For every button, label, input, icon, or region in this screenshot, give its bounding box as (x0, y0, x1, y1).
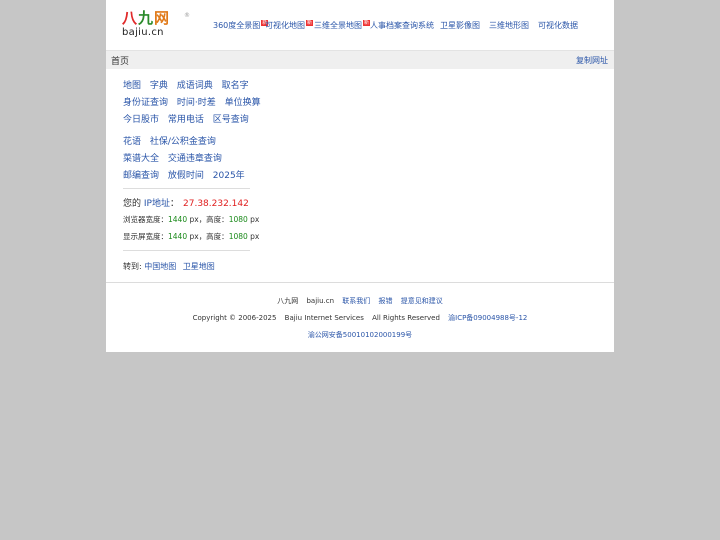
screen-height-value: 1080 (228, 232, 248, 241)
link-row: 地图 字典 成语词典 取名字 (123, 78, 255, 91)
screen-size-line: 显示屏宽度：1440 px，高度：1080 px (123, 231, 259, 242)
link-time-difference[interactable]: 时间·时差 (177, 98, 216, 108)
nav-item-3d-terrain[interactable]: 三维地形图 (489, 20, 529, 32)
goto-label: 转到: (123, 262, 142, 271)
link-area-code[interactable]: 区号查询 (213, 115, 249, 125)
link-flower-language[interactable]: 花语 (123, 137, 141, 147)
nav-label: 三维全景地图 (314, 21, 362, 30)
nav-item-satellite-image[interactable]: 卫星影像图 (440, 20, 480, 32)
copy-url-link[interactable]: 复制网址 (576, 55, 608, 66)
link-row: 菜谱大全 交通违章查询 (123, 151, 228, 164)
link-row: 花语 社保/公积金查询 (123, 134, 222, 147)
ip-separator: ： (169, 199, 179, 209)
link-traffic-violation[interactable]: 交通违章查询 (168, 154, 222, 164)
link-satellite-map[interactable]: 卫星地图 (183, 262, 215, 271)
link-postcode[interactable]: 邮编查询 (123, 171, 159, 181)
link-row: 邮编查询 放假时间 2025年 (123, 168, 251, 181)
unit: px (189, 232, 199, 241)
height-label: ，高度： (198, 215, 229, 224)
link-idiom-dictionary[interactable]: 成语词典 (177, 81, 213, 91)
link-common-phones[interactable]: 常用电话 (168, 115, 204, 125)
new-badge: 新 (363, 20, 371, 26)
unit: px (250, 215, 260, 224)
site-logo[interactable]: 八九网 ® bajiu.cn (122, 10, 190, 40)
nav-label: 可视化地图 (265, 21, 305, 30)
logo-character: 九 (138, 9, 155, 27)
link-row: 今日股市 常用电话 区号查询 (123, 112, 255, 125)
browser-size-line: 浏览器宽度：1440 px，高度：1080 px (123, 214, 259, 225)
nav-item-3d-panorama-map[interactable]: 三维全景地图新 (314, 20, 371, 32)
unit: px (189, 215, 199, 224)
footer-icp-link[interactable]: 渝ICP备09004988号-12 (448, 314, 527, 322)
link-recipes[interactable]: 菜谱大全 (123, 154, 159, 164)
new-badge: 新 (306, 20, 314, 26)
footer: 八九网 bajiu.cn 联系我们 报错 提意见和建议 Copyright © … (106, 282, 614, 353)
breadcrumb-bar: 首页 复制网址 (106, 50, 614, 69)
screen-width-value: 1440 (168, 232, 188, 241)
screen-width-label: 显示屏宽度： (123, 232, 168, 241)
browser-height-value: 1080 (228, 215, 248, 224)
link-holiday[interactable]: 放假时间 (168, 171, 204, 181)
page-container: 八九网 ® bajiu.cn 360度全景图新 可视化地图新 三维全景地图新 人… (106, 0, 614, 352)
footer-links-line: 八九网 bajiu.cn 联系我们 报错 提意见和建议 (106, 296, 614, 306)
logo-mark: 八九网 (122, 10, 170, 26)
footer-contact-link[interactable]: 联系我们 (342, 297, 370, 305)
nav-item-visual-map[interactable]: 可视化地图新 (265, 20, 314, 32)
link-id-card-lookup[interactable]: 身份证查询 (123, 98, 168, 108)
header: 八九网 ® bajiu.cn 360度全景图新 可视化地图新 三维全景地图新 人… (106, 0, 614, 50)
footer-report-error-link[interactable]: 报错 (379, 297, 393, 305)
ip-address-line: 您的 IP地址： 27.38.232.142 (123, 196, 249, 209)
footer-site-domain: bajiu.cn (306, 297, 335, 305)
divider (123, 250, 250, 251)
height-label: ，高度： (198, 232, 229, 241)
link-stock-market[interactable]: 今日股市 (123, 115, 159, 125)
link-year-2025[interactable]: 2025年 (213, 171, 245, 181)
nav-label: 360度全景图 (213, 21, 261, 30)
nav-item-visual-data[interactable]: 可视化数据 (538, 20, 578, 32)
link-row: 身份证查询 时间·时差 单位换算 (123, 95, 267, 108)
link-social-security[interactable]: 社保/公积金查询 (150, 137, 216, 147)
goto-line: 转到: 中国地图 卫星地图 (123, 261, 219, 272)
link-dictionary[interactable]: 字典 (150, 81, 168, 91)
breadcrumb-home: 首页 (111, 57, 130, 67)
ip-prefix: 您的 (123, 199, 142, 209)
logo-domain: bajiu.cn (122, 27, 164, 38)
link-china-map[interactable]: 中国地图 (144, 262, 176, 271)
link-map[interactable]: 地图 (123, 81, 141, 91)
nav-item-personnel-records[interactable]: 人事档案查询系统 (370, 20, 434, 32)
link-unit-conversion[interactable]: 单位换算 (225, 98, 261, 108)
logo-character: 网 (154, 9, 171, 27)
footer-police-line: 渝公网安备50010102000199号 (106, 330, 614, 340)
footer-site-name: 八九网 (277, 297, 299, 305)
logo-registered-mark: ® (184, 12, 190, 19)
footer-police-link[interactable]: 渝公网安备50010102000199号 (308, 331, 412, 339)
link-naming[interactable]: 取名字 (222, 81, 249, 91)
footer-company: Bajiu Internet Services (284, 314, 364, 322)
footer-copyright-line: Copyright © 2006-2025 Bajiu Internet Ser… (106, 313, 614, 323)
footer-rights: All Rights Reserved (372, 314, 440, 322)
unit: px (250, 232, 260, 241)
logo-character: 八 (122, 9, 139, 27)
browser-width-label: 浏览器宽度： (123, 215, 168, 224)
browser-width-value: 1440 (168, 215, 188, 224)
footer-feedback-link[interactable]: 提意见和建议 (401, 297, 443, 305)
ip-address-value: 27.38.232.142 (183, 199, 249, 209)
nav-item-panorama[interactable]: 360度全景图新 (213, 20, 269, 32)
divider (123, 188, 250, 189)
ip-address-link[interactable]: IP地址 (144, 199, 170, 209)
footer-copyright: Copyright © 2006-2025 (192, 314, 277, 322)
